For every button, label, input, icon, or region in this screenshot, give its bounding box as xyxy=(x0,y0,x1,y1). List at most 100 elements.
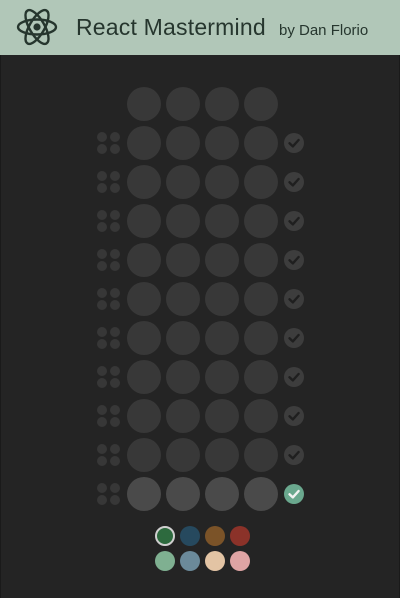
feedback-peg xyxy=(110,261,120,271)
feedback-peg xyxy=(110,300,120,310)
guess-peg-slot xyxy=(127,438,161,472)
check-button xyxy=(284,445,304,465)
feedback-pegs xyxy=(97,210,122,233)
feedback-peg xyxy=(97,339,107,349)
feedback-peg xyxy=(110,339,120,349)
secret-code-peg xyxy=(127,87,161,121)
submit-guess-button[interactable] xyxy=(284,484,304,504)
guess-peg-slot xyxy=(205,282,239,316)
guess-peg-slot xyxy=(127,282,161,316)
guess-peg-slot xyxy=(127,321,161,355)
checkmark-icon xyxy=(288,216,300,226)
feedback-peg xyxy=(110,378,120,388)
feedback-pegs xyxy=(97,444,122,467)
guess-peg-slot xyxy=(166,321,200,355)
guess-peg-slot xyxy=(166,243,200,277)
feedback-pegs xyxy=(97,327,122,350)
guess-peg-slot xyxy=(127,360,161,394)
guess-peg-slot[interactable] xyxy=(205,477,239,511)
feedback-peg xyxy=(97,456,107,466)
feedback-peg xyxy=(97,132,107,142)
feedback-peg xyxy=(97,444,107,454)
guess-peg-slot xyxy=(166,360,200,394)
guess-peg-slot[interactable] xyxy=(244,477,278,511)
guess-peg-slot xyxy=(244,282,278,316)
feedback-peg xyxy=(97,405,107,415)
feedback-peg xyxy=(110,144,120,154)
author-byline: by Dan Florio xyxy=(279,22,369,39)
secret-code-peg xyxy=(244,87,278,121)
feedback-peg xyxy=(110,327,120,337)
feedback-peg xyxy=(110,495,120,505)
guess-peg-slot xyxy=(244,243,278,277)
check-button xyxy=(284,406,304,426)
guess-peg-slot xyxy=(205,399,239,433)
guess-peg-slot xyxy=(127,126,161,160)
guess-peg-slot xyxy=(166,399,200,433)
guess-peg-slot[interactable] xyxy=(127,477,161,511)
guess-peg-slot xyxy=(205,321,239,355)
guess-peg-slot[interactable] xyxy=(166,477,200,511)
checkmark-icon xyxy=(288,333,300,343)
feedback-peg xyxy=(97,495,107,505)
guess-peg-slot xyxy=(166,126,200,160)
feedback-peg xyxy=(110,132,120,142)
feedback-peg xyxy=(97,300,107,310)
feedback-peg xyxy=(110,222,120,232)
color-swatch[interactable] xyxy=(180,526,200,546)
guess-peg-slot xyxy=(166,282,200,316)
secret-code-peg xyxy=(166,87,200,121)
checkmark-icon xyxy=(288,489,300,499)
guess-peg-slot xyxy=(244,165,278,199)
feedback-pegs xyxy=(97,405,122,428)
react-atom-icon xyxy=(16,8,58,46)
guess-peg-slot xyxy=(244,360,278,394)
color-swatch[interactable] xyxy=(180,551,200,571)
color-swatch[interactable] xyxy=(230,526,250,546)
feedback-peg xyxy=(110,249,120,259)
guess-peg-slot xyxy=(205,243,239,277)
feedback-peg xyxy=(97,366,107,376)
check-button xyxy=(284,250,304,270)
feedback-peg xyxy=(110,417,120,427)
checkmark-icon xyxy=(288,372,300,382)
color-swatch[interactable] xyxy=(155,526,175,546)
secret-code-peg xyxy=(205,87,239,121)
feedback-peg xyxy=(97,483,107,493)
guess-peg-slot xyxy=(205,438,239,472)
checkmark-icon xyxy=(288,138,300,148)
feedback-peg xyxy=(97,249,107,259)
app-title: React Mastermind xyxy=(76,14,266,40)
checkmark-icon xyxy=(288,255,300,265)
feedback-peg xyxy=(110,405,120,415)
feedback-pegs xyxy=(97,132,122,155)
feedback-pegs xyxy=(97,366,122,389)
guess-peg-slot xyxy=(166,165,200,199)
feedback-peg xyxy=(110,456,120,466)
color-swatch[interactable] xyxy=(230,551,250,571)
guess-peg-slot xyxy=(205,165,239,199)
feedback-pegs xyxy=(97,249,122,272)
feedback-peg xyxy=(97,144,107,154)
checkmark-icon xyxy=(288,411,300,421)
guess-peg-slot xyxy=(127,243,161,277)
color-swatch[interactable] xyxy=(205,526,225,546)
feedback-pegs xyxy=(97,483,122,506)
feedback-peg xyxy=(97,378,107,388)
app-header: React Mastermind by Dan Florio xyxy=(0,0,400,55)
color-swatch[interactable] xyxy=(155,551,175,571)
color-swatch[interactable] xyxy=(205,551,225,571)
guess-peg-slot xyxy=(127,204,161,238)
check-button xyxy=(284,328,304,348)
feedback-peg xyxy=(97,288,107,298)
feedback-peg xyxy=(110,210,120,220)
feedback-peg xyxy=(97,222,107,232)
guess-peg-slot xyxy=(244,204,278,238)
guess-peg-slot xyxy=(244,126,278,160)
checkmark-icon xyxy=(288,450,300,460)
guess-peg-slot xyxy=(205,204,239,238)
check-button xyxy=(284,133,304,153)
check-button xyxy=(284,211,304,231)
guess-peg-slot xyxy=(166,438,200,472)
check-button xyxy=(284,289,304,309)
